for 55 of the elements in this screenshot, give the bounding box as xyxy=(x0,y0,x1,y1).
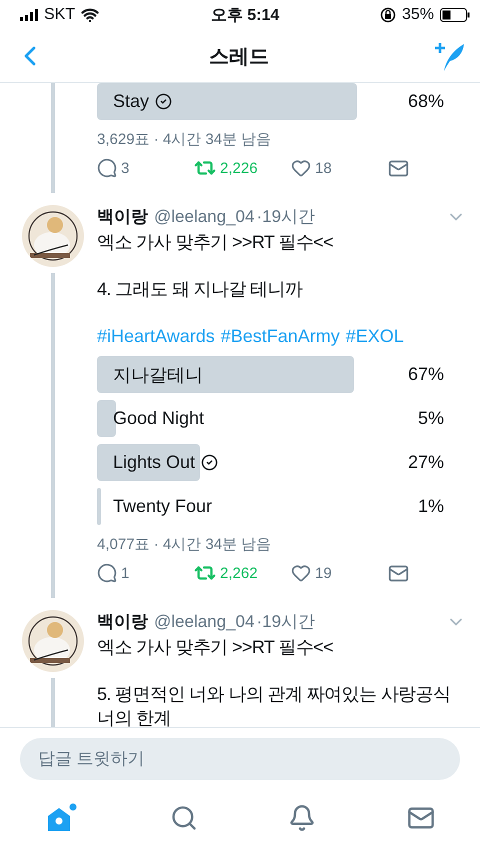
reply-button[interactable]: 3 xyxy=(97,158,194,178)
poll-bar xyxy=(97,488,101,525)
wifi-icon xyxy=(81,6,100,24)
author-name: 백이랑 xyxy=(97,206,148,228)
author-name: 백이랑 xyxy=(97,611,148,633)
hashtag-link[interactable]: #EXOL xyxy=(346,324,404,348)
search-icon xyxy=(170,804,198,832)
option-label: Stay xyxy=(113,91,172,112)
tweet-text: 4. 그래도 돼 지나갈 테니까 xyxy=(97,278,304,301)
bell-icon xyxy=(288,804,316,832)
clock: 오후 5:14 xyxy=(210,6,280,26)
heart-icon xyxy=(291,158,311,178)
percent: 1% xyxy=(418,496,444,517)
tweet-time: ·19시간 xyxy=(256,206,316,228)
option-label: Good Night xyxy=(113,408,204,429)
percent: 67% xyxy=(408,364,444,385)
percent: 27% xyxy=(408,452,444,473)
author-handle: @leelang_04 xyxy=(154,612,254,632)
option-label: 지나갈테니 xyxy=(113,364,203,386)
tweet-time: ·19시간 xyxy=(256,611,316,633)
carrier: SKT xyxy=(44,6,76,24)
reply-icon xyxy=(97,158,117,178)
tweet-text: 5. 평면적인 너와 나의 관계 짜여있는 사랑공식 너의 한계 xyxy=(97,683,452,727)
tab-button[interactable] xyxy=(170,804,198,832)
heart-icon xyxy=(291,563,311,583)
retweet-button[interactable]: 2,226 xyxy=(194,157,291,179)
mail-icon xyxy=(388,562,409,584)
screen-title: 스레드 xyxy=(209,44,269,70)
like-button[interactable]: 19 xyxy=(291,563,388,583)
tab-button[interactable] xyxy=(288,804,316,832)
reply-icon xyxy=(97,563,117,583)
option-label: Lights Out xyxy=(113,452,218,473)
like-button[interactable]: 18 xyxy=(291,158,388,178)
hashtag-link[interactable]: #iHeartAwards xyxy=(97,324,215,348)
tweet-text: 엑소 가사 맞추기 >>RT 필수<< xyxy=(97,231,334,254)
signal-icon xyxy=(20,9,38,21)
poll-meta: 4,077표 · 4시간 34분 남음 xyxy=(97,535,272,554)
mail-icon xyxy=(388,158,409,178)
check-icon xyxy=(155,93,172,110)
tab-button[interactable] xyxy=(45,803,80,833)
hashtag-link[interactable]: #BestFanArmy xyxy=(220,324,340,348)
home-icon xyxy=(45,803,80,833)
reply-field[interactable]: 답글 트윗하기 xyxy=(20,738,460,780)
option-label: Twenty Four xyxy=(113,496,212,517)
battery-icon xyxy=(440,8,470,22)
percent: 68% xyxy=(408,91,444,112)
author-handle: @leelang_04 xyxy=(154,206,254,226)
battery-percent: 35% xyxy=(402,6,434,24)
retweet-button[interactable]: 2,262 xyxy=(194,562,291,584)
poll-meta: 3,629표 · 4시간 34분 남음 xyxy=(97,130,272,149)
rotation-lock-icon xyxy=(380,7,396,23)
tweet-text: 엑소 가사 맞추기 >>RT 필수<< xyxy=(97,636,334,659)
percent: 5% xyxy=(418,408,444,429)
check-icon xyxy=(201,454,218,471)
reply-button[interactable]: 1 xyxy=(97,563,194,583)
